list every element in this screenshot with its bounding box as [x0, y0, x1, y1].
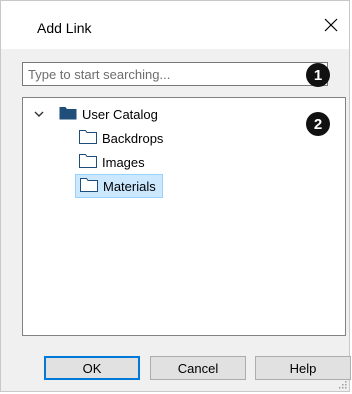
close-icon [324, 18, 338, 32]
tree-item-images[interactable]: Images [75, 150, 151, 174]
resize-grip-icon[interactable] [337, 379, 347, 389]
dialog-title: Add Link [37, 20, 92, 36]
tree-item-label: Images [102, 154, 145, 170]
catalog-tree[interactable]: User Catalog Backdrops Images Materials [22, 97, 346, 336]
chevron-down-icon[interactable] [31, 106, 47, 122]
callout-badge-1: 1 [306, 63, 330, 87]
tree-item-user-catalog[interactable]: User Catalog [31, 102, 158, 126]
folder-icon [80, 177, 98, 195]
folder-icon [79, 129, 97, 147]
close-button[interactable] [319, 13, 343, 37]
tree-item-materials[interactable]: Materials [75, 174, 163, 198]
ok-button[interactable]: OK [44, 356, 140, 380]
callout-badge-2: 2 [306, 112, 330, 136]
tree-item-label: Materials [103, 178, 156, 194]
folder-filled-icon [59, 105, 77, 123]
search-input[interactable] [22, 62, 328, 86]
title-bar: Add Link [1, 1, 349, 49]
add-link-dialog: Add Link 1 User Catalog [0, 0, 351, 392]
cancel-button[interactable]: Cancel [150, 356, 246, 380]
folder-icon [79, 153, 97, 171]
tree-item-label: Backdrops [102, 130, 164, 146]
tree-item-label: User Catalog [82, 106, 158, 122]
help-button[interactable]: Help [255, 356, 351, 380]
tree-item-backdrops[interactable]: Backdrops [75, 126, 169, 150]
